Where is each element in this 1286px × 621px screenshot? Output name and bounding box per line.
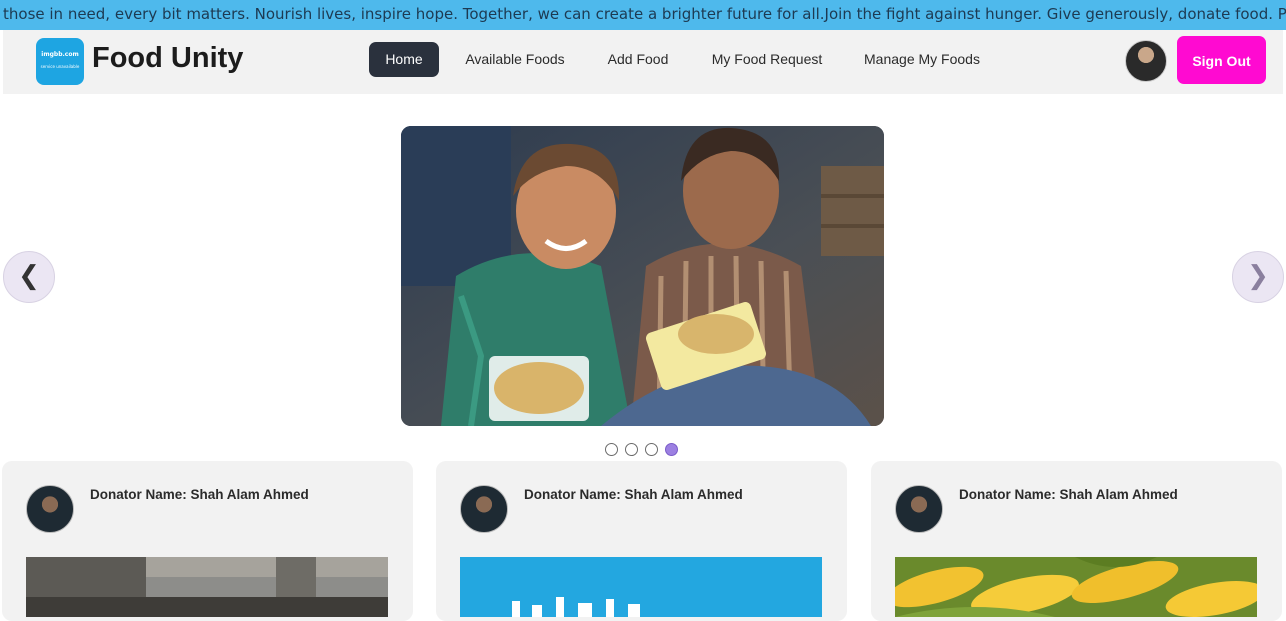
chevron-right-icon: ❯ (1247, 261, 1269, 291)
donator-name: Donator Name: Shah Alam Ahmed (524, 487, 743, 502)
carousel-dot-4[interactable] (665, 443, 678, 456)
carousel-indicators (605, 443, 685, 459)
chevron-left-icon: ❮ (18, 261, 40, 291)
logo-line2: service unavailable (40, 64, 80, 69)
logo-line1: imgbb.com (41, 51, 79, 58)
user-avatar[interactable] (1125, 40, 1167, 82)
food-image (26, 557, 388, 617)
carousel-dot-3[interactable] (645, 443, 658, 456)
food-image (895, 557, 1257, 617)
carousel-next-button[interactable]: ❯ (1232, 251, 1284, 303)
nav-my-food-request[interactable]: My Food Request (703, 42, 831, 77)
food-card: Donator Name: Shah Alam Ahmed (2, 461, 413, 621)
brand-title[interactable]: Food Unity (92, 42, 243, 75)
donator-name: Donator Name: Shah Alam Ahmed (959, 487, 1178, 502)
carousel-dot-1[interactable] (605, 443, 618, 456)
navbar: imgbb.com service unavailable Food Unity… (3, 30, 1283, 94)
donator-avatar (460, 485, 508, 533)
announcement-marquee: those in need, every bit matters. Nouris… (0, 0, 1286, 30)
sign-out-button[interactable]: Sign Out (1177, 36, 1266, 84)
marquee-text: those in need, every bit matters. Nouris… (3, 5, 1286, 23)
nav-available-foods[interactable]: Available Foods (459, 42, 571, 77)
site-logo[interactable]: imgbb.com service unavailable (36, 38, 84, 85)
food-card: Donator Name: Shah Alam Ahmed (871, 461, 1282, 621)
nav-manage-my-foods[interactable]: Manage My Foods (855, 42, 989, 77)
donator-avatar (26, 485, 74, 533)
food-card: Donator Name: Shah Alam Ahmed (436, 461, 847, 621)
nav-add-food[interactable]: Add Food (599, 42, 677, 77)
carousel-dot-2[interactable] (625, 443, 638, 456)
donator-name: Donator Name: Shah Alam Ahmed (90, 487, 309, 502)
nav-home[interactable]: Home (369, 42, 439, 77)
donator-avatar (895, 485, 943, 533)
food-image-placeholder (460, 557, 822, 617)
carousel-slide-image (401, 126, 884, 426)
carousel-prev-button[interactable]: ❮ (3, 251, 55, 303)
